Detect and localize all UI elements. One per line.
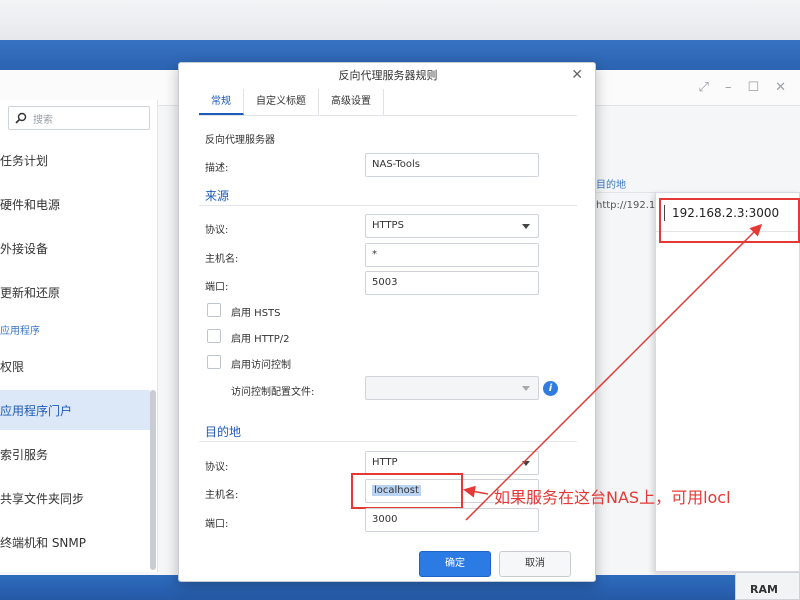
restore-icon[interactable]: ⤢: [699, 80, 709, 95]
source-port-field[interactable]: 5003: [365, 271, 539, 295]
destination-port-label: 端口:: [205, 519, 229, 530]
sidebar-item-label: 应用程序门户: [0, 403, 73, 418]
divider: [199, 441, 577, 442]
sidebar-item-shared-folder-sync[interactable]: 共享文件夹同步: [0, 478, 150, 518]
hsts-checkbox[interactable]: [207, 303, 221, 317]
divider: [199, 205, 577, 206]
http2-label: 启用 HTTP/2: [231, 334, 290, 345]
cancel-button[interactable]: 取消: [499, 551, 571, 577]
sidebar-item-update-restore[interactable]: 更新和还原: [0, 272, 150, 312]
sidebar-item-label: 共享文件夹同步: [0, 491, 85, 506]
window-controls: ⤢ – ☐ ✕: [699, 80, 786, 95]
dialog-title: 反向代理服务器规则: [338, 69, 438, 82]
maximize-icon[interactable]: ☐: [747, 80, 759, 95]
sidebar-item-external-devices[interactable]: 外接设备: [0, 228, 150, 268]
access-profile-label: 访问控制配置文件:: [231, 387, 315, 398]
minimize-icon[interactable]: –: [725, 80, 732, 95]
destination-heading: 目的地: [205, 425, 242, 439]
source-hostname-label: 主机名:: [205, 254, 239, 265]
ok-button[interactable]: 确定: [419, 551, 491, 577]
highlight-box: [659, 198, 800, 243]
sidebar-item-label: 终端机和 SNMP: [0, 535, 86, 550]
sidebar-section-applications: 应用程序: [0, 326, 40, 337]
search-icon: [15, 112, 27, 124]
access-control-checkbox[interactable]: [207, 355, 221, 369]
info-icon[interactable]: i: [543, 381, 558, 396]
sidebar-item-hardware-power[interactable]: 硬件和电源: [0, 184, 150, 224]
sidebar-item-label: 权限: [0, 359, 25, 374]
desktop-top-strip: [0, 0, 800, 40]
destination-hostname-label: 主机名:: [205, 490, 239, 501]
sidebar-scrollbar[interactable]: [150, 390, 156, 570]
source-protocol-select[interactable]: HTTPS: [365, 214, 539, 238]
dialog-tabs: 常规 自定义标题 高级设置: [199, 89, 384, 115]
close-window-icon[interactable]: ✕: [775, 80, 786, 95]
description-label: 描述:: [205, 163, 229, 174]
access-control-label: 启用访问控制: [231, 360, 291, 371]
destination-protocol-label: 协议:: [205, 462, 229, 473]
sidebar-item-label: 硬件和电源: [0, 197, 61, 212]
close-icon[interactable]: ✕: [571, 67, 583, 83]
sidebar-item-terminal-snmp[interactable]: 终端机和 SNMP: [0, 522, 150, 562]
sidebar-item-privileges[interactable]: 权限: [0, 346, 150, 386]
tab-general[interactable]: 常规: [199, 89, 244, 115]
source-hostname-field[interactable]: *: [365, 243, 539, 267]
sidebar: 搜索 任务计划 硬件和电源 外接设备 更新和还原 应用程序 权限 应用程序门户 …: [0, 100, 158, 572]
group-title: 反向代理服务器: [205, 135, 275, 146]
source-port-label: 端口:: [205, 282, 229, 293]
access-profile-select[interactable]: [365, 376, 539, 400]
hsts-label: 启用 HSTS: [231, 308, 281, 319]
http2-checkbox[interactable]: [207, 329, 221, 343]
sidebar-item-application-portal[interactable]: 应用程序门户: [0, 390, 150, 430]
divider: [199, 115, 577, 116]
ram-widget: RAM: [735, 572, 800, 600]
highlight-box: [351, 473, 463, 509]
annotation-text: 如果服务在这台NAS上，可用locl: [494, 488, 731, 507]
search-placeholder: 搜索: [33, 114, 53, 126]
sidebar-item-task-scheduler[interactable]: 任务计划: [0, 140, 150, 180]
tab-custom-header[interactable]: 自定义标题: [244, 89, 319, 115]
destination-protocol-select[interactable]: HTTP: [365, 451, 539, 475]
table-header-destination: 目的地: [596, 180, 626, 191]
search-input[interactable]: 搜索: [8, 106, 150, 130]
sidebar-item-label: 任务计划: [0, 153, 49, 168]
description-field[interactable]: NAS-Tools: [365, 153, 539, 177]
table-cell-destination: http://192.1: [596, 200, 656, 211]
tab-advanced[interactable]: 高级设置: [319, 89, 384, 115]
sidebar-item-label: 更新和还原: [0, 285, 61, 300]
divider: [590, 192, 660, 193]
destination-popup: [655, 192, 800, 572]
destination-port-field[interactable]: 3000: [365, 508, 539, 532]
sidebar-item-label: 外接设备: [0, 241, 49, 256]
source-protocol-label: 协议:: [205, 225, 229, 236]
source-heading: 来源: [205, 189, 230, 203]
sidebar-item-label: 索引服务: [0, 447, 49, 462]
sidebar-item-indexing-service[interactable]: 索引服务: [0, 434, 150, 474]
